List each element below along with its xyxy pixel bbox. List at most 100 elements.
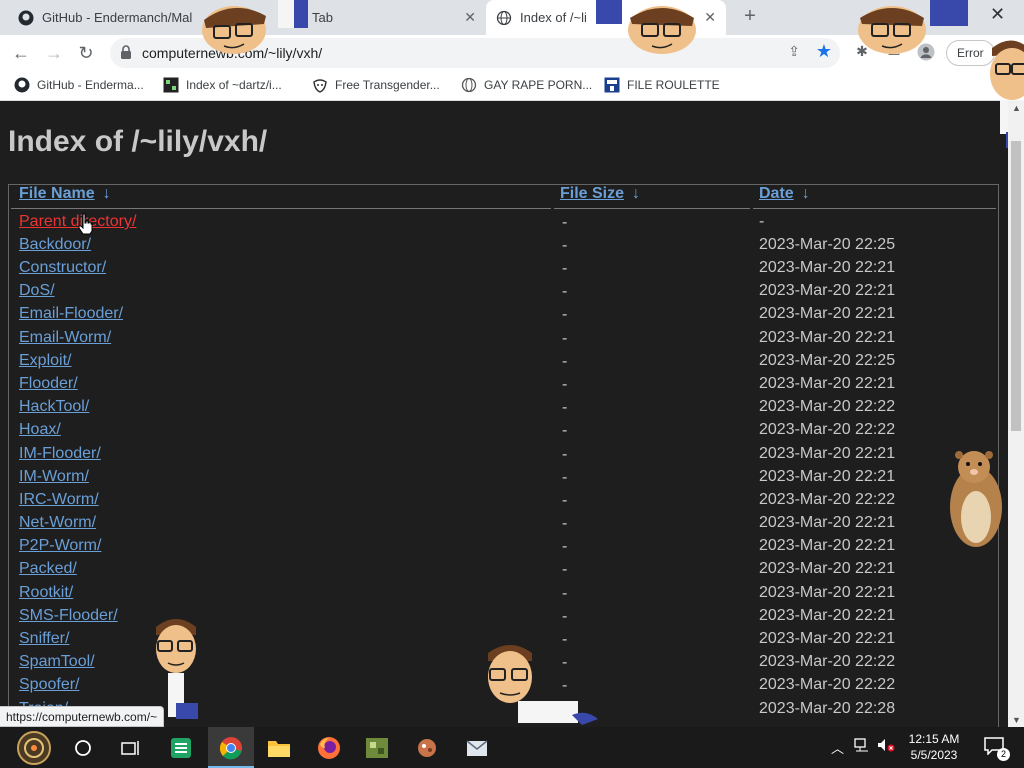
- file-explorer-icon[interactable]: [264, 733, 294, 763]
- sort-by-date-link[interactable]: Date: [759, 185, 794, 202]
- cartoon-character-sprite: [202, 6, 266, 54]
- bookmark-label: FILE ROULETTE: [627, 78, 720, 92]
- windows-taskbar: ︿ 12:15 AM 5/5/2023 2: [0, 727, 1024, 768]
- sheets-icon[interactable]: [166, 733, 196, 763]
- chrome-icon[interactable]: [208, 727, 254, 768]
- page-title: Index of /~lily/vxh/: [8, 125, 268, 158]
- bookmark-star-icon[interactable]: ★: [816, 41, 832, 62]
- directory-link[interactable]: SpamTool/: [19, 653, 95, 671]
- directory-link[interactable]: Backdoor/: [19, 236, 91, 254]
- table-row: Backdoor/ - 2023-Mar-20 22:25: [9, 233, 998, 256]
- file-size: -: [562, 515, 568, 532]
- scrollbar-thumb[interactable]: [1011, 141, 1021, 431]
- sort-arrow-icon[interactable]: ↓: [103, 185, 111, 202]
- share-icon[interactable]: ⇪: [788, 43, 800, 60]
- scroll-up-icon[interactable]: ▲: [1012, 103, 1021, 113]
- file-date: 2023-Mar-20 22:21: [759, 468, 896, 485]
- file-size: -: [562, 214, 568, 231]
- back-arrow-icon[interactable]: ←: [8, 40, 34, 66]
- file-date: 2023-Mar-20 22:22: [759, 491, 896, 508]
- bookmark-item[interactable]: Free Transgender...: [312, 77, 440, 93]
- file-size: -: [562, 399, 568, 416]
- tab-title: Tab: [312, 10, 333, 25]
- bookmarks-bar: GitHub - Enderma... Index of ~dartz/i...…: [0, 71, 1024, 101]
- directory-link[interactable]: Email-Worm/: [19, 329, 111, 347]
- app-icon[interactable]: [412, 733, 442, 763]
- bookmark-item[interactable]: GitHub - Enderma...: [14, 77, 144, 93]
- firefox-icon[interactable]: [314, 733, 344, 763]
- file-date: 2023-Mar-20 22:25: [759, 236, 896, 253]
- table-row: Net-Worm/ - 2023-Mar-20 22:21: [9, 511, 998, 534]
- bookmark-item[interactable]: GAY RAPE PORN...: [461, 77, 592, 93]
- close-window-button[interactable]: ✕: [990, 4, 1005, 25]
- game-icon[interactable]: [362, 733, 392, 763]
- directory-link[interactable]: IRC-Worm/: [19, 491, 99, 509]
- tray-chevron-up-icon[interactable]: ︿: [831, 738, 844, 757]
- sort-arrow-icon[interactable]: ↓: [802, 185, 810, 202]
- bookmark-item[interactable]: FILE ROULETTE: [604, 77, 720, 93]
- close-tab-icon[interactable]: ✕: [464, 9, 476, 26]
- new-tab-button[interactable]: +: [738, 5, 762, 28]
- file-size: -: [562, 306, 568, 323]
- start-icon[interactable]: [12, 730, 56, 766]
- directory-link[interactable]: Rootkit/: [19, 584, 73, 602]
- column-header-name[interactable]: File Name ↓: [19, 185, 111, 209]
- sort-arrow-icon[interactable]: ↓: [632, 185, 640, 202]
- directory-link[interactable]: P2P-Worm/: [19, 537, 101, 555]
- cartoon-character-sprite: [858, 0, 968, 54]
- bookmark-label: Free Transgender...: [335, 78, 440, 92]
- column-header-date[interactable]: Date ↓: [759, 185, 810, 209]
- tab-title: Index of /~li: [520, 10, 587, 25]
- directory-link[interactable]: Spoofer/: [19, 676, 79, 694]
- file-date: 2023-Mar-20 22:21: [759, 584, 896, 601]
- table-row: Packed/ - 2023-Mar-20 22:21: [9, 557, 998, 580]
- github-icon: [14, 77, 30, 93]
- directory-link[interactable]: Email-Flooder/: [19, 305, 123, 323]
- cartoon-character-sprite: [278, 0, 308, 28]
- file-date: 2023-Mar-20 22:21: [759, 537, 896, 554]
- bookmark-label: GAY RAPE PORN...: [484, 78, 593, 92]
- directory-link[interactable]: Constructor/: [19, 259, 106, 277]
- bookmark-item[interactable]: Index of ~dartz/i...: [163, 77, 282, 93]
- file-date: 2023-Mar-20 22:21: [759, 259, 896, 276]
- file-size: -: [562, 608, 568, 625]
- sort-by-size-link[interactable]: File Size: [560, 185, 624, 202]
- table-row: Parent directory/- -: [9, 210, 998, 233]
- taskbar-clock[interactable]: 12:15 AM 5/5/2023: [900, 731, 968, 763]
- mft-icon: [604, 77, 620, 93]
- mail-icon[interactable]: [462, 733, 492, 763]
- file-date: 2023-Mar-20 22:22: [759, 398, 896, 415]
- file-date: 2023-Mar-20 22:28: [759, 700, 896, 717]
- volume-muted-icon[interactable]: [877, 738, 895, 755]
- notification-center-icon[interactable]: 2: [982, 737, 1010, 761]
- directory-link[interactable]: SMS-Flooder/: [19, 607, 118, 625]
- globe-icon: [461, 77, 477, 93]
- directory-link[interactable]: Exploit/: [19, 352, 71, 370]
- network-icon[interactable]: [854, 738, 870, 755]
- sort-by-name-link[interactable]: File Name: [19, 185, 95, 202]
- directory-link[interactable]: IM-Worm/: [19, 468, 89, 486]
- file-size: -: [562, 469, 568, 486]
- scroll-down-icon[interactable]: ▼: [1012, 715, 1021, 725]
- link-status-bar: https://computernewb.com/~: [0, 706, 165, 727]
- directory-link[interactable]: Net-Worm/: [19, 514, 96, 532]
- search-circle-icon[interactable]: [68, 733, 98, 763]
- directory-link[interactable]: Packed/: [19, 560, 77, 578]
- column-header-size[interactable]: File Size ↓: [560, 185, 640, 209]
- file-date: 2023-Mar-20 22:25: [759, 352, 896, 369]
- directory-link[interactable]: Flooder/: [19, 375, 78, 393]
- clock-date: 5/5/2023: [910, 748, 958, 762]
- page-scrollbar[interactable]: ▲ ▼: [1008, 101, 1024, 727]
- directory-link[interactable]: Sniffer/: [19, 630, 69, 648]
- directory-link[interactable]: Hoax/: [19, 421, 61, 439]
- task-view-icon[interactable]: [116, 733, 146, 763]
- table-row: Hoax/ - 2023-Mar-20 22:22: [9, 418, 998, 441]
- directory-link[interactable]: HackTool/: [19, 398, 89, 416]
- file-date: 2023-Mar-20 22:22: [759, 676, 896, 693]
- forward-arrow-icon[interactable]: →: [41, 40, 67, 66]
- directory-link[interactable]: DoS/: [19, 282, 55, 300]
- directory-link[interactable]: IM-Flooder/: [19, 445, 101, 463]
- reload-icon[interactable]: ↻: [73, 40, 99, 66]
- hamster-sprite: [950, 451, 1002, 547]
- table-row: Constructor/ - 2023-Mar-20 22:21: [9, 256, 998, 279]
